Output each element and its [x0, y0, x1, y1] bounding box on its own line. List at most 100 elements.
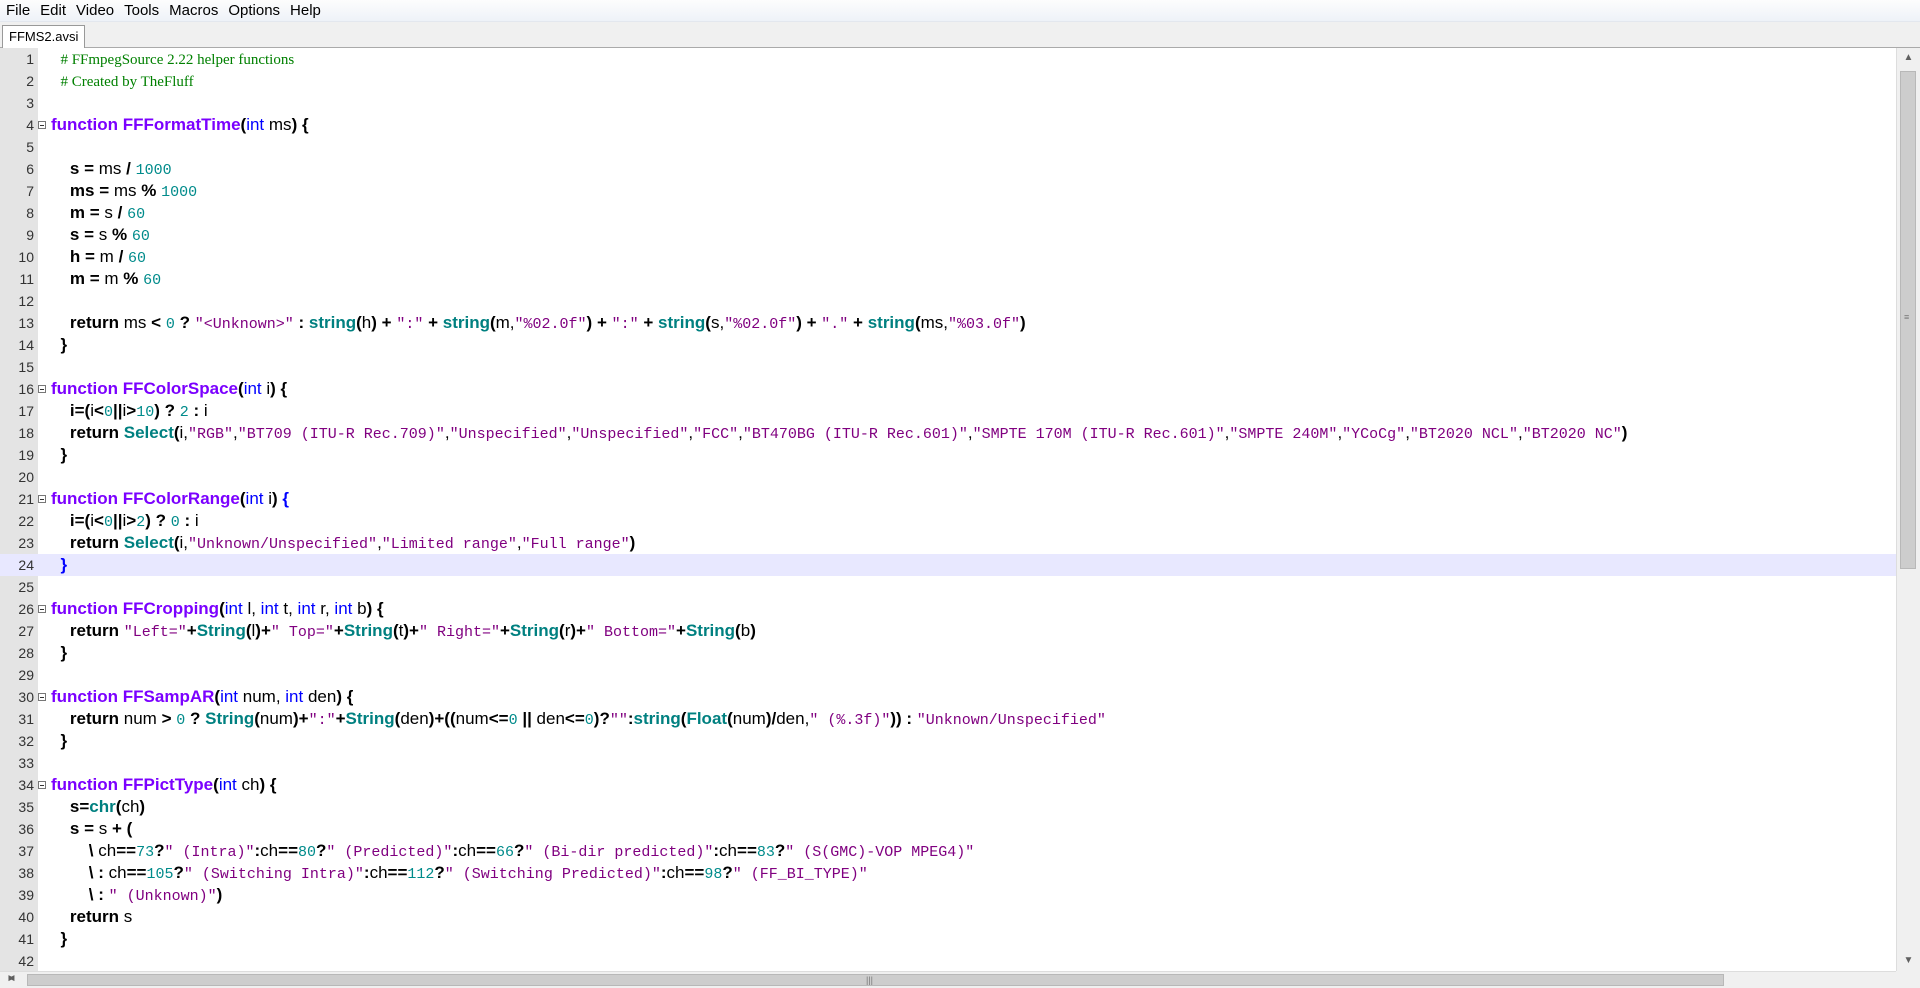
code-line[interactable]: 37 \ ch==73?" (Intra)":ch==80?" (Predict… — [0, 840, 1896, 862]
code-line[interactable]: 19 } — [0, 444, 1896, 466]
fold-collapse-icon[interactable] — [38, 693, 46, 701]
code-token: 2 — [179, 404, 189, 421]
code-token: == — [126, 863, 147, 882]
scroll-right-arrow-icon[interactable]: ► — [0, 970, 23, 987]
code-line[interactable]: 27 return "Left="+String(l)+" Top="+Stri… — [0, 620, 1896, 642]
code-line[interactable]: 24 } — [0, 554, 1896, 576]
fold-collapse-icon[interactable] — [38, 781, 46, 789]
code-token: Select — [123, 423, 174, 442]
code-token: m = — [69, 203, 100, 222]
code-token: m — [94, 247, 119, 266]
vertical-scrollbar[interactable]: ▲ ≡ ▼ — [1896, 48, 1920, 971]
code-line[interactable]: 20 — [0, 466, 1896, 488]
menu-options[interactable]: Options — [223, 0, 285, 22]
code-line[interactable]: 5 — [0, 136, 1896, 158]
code-token: String — [196, 621, 246, 640]
menu-help[interactable]: Help — [285, 0, 326, 22]
code-line[interactable]: 25 — [0, 576, 1896, 598]
code-token: ch — [666, 863, 685, 882]
code-token: den, — [776, 709, 810, 728]
code-line[interactable]: 12 — [0, 290, 1896, 312]
code-token: int — [297, 599, 316, 618]
code-line[interactable]: 4 function FFFormatTime(int ms) { — [0, 114, 1896, 136]
code-line[interactable]: 13 return ms < 0 ? "<Unknown>" : string(… — [0, 312, 1896, 334]
line-number: 5 — [26, 139, 34, 155]
menu-video[interactable]: Video — [71, 0, 119, 22]
code-token: String — [345, 709, 395, 728]
scroll-down-arrow-icon[interactable]: ▼ — [1897, 951, 1920, 971]
code-token: int — [220, 687, 239, 706]
scroll-up-arrow-icon[interactable]: ▲ — [1897, 48, 1920, 68]
menu-edit[interactable]: Edit — [35, 0, 71, 22]
code-line[interactable]: 8 m = s / 60 — [0, 202, 1896, 224]
code-token: "." — [821, 316, 849, 333]
line-number: 18 — [18, 425, 34, 441]
code-token: # FFmpegSource 2.22 helper functions — [60, 52, 295, 68]
fold-collapse-icon[interactable] — [38, 495, 46, 503]
fold-collapse-icon[interactable] — [38, 605, 46, 613]
code-token: ms = — [69, 181, 110, 200]
code-token: 10 — [136, 404, 155, 421]
code-token: String — [205, 709, 255, 728]
code-token: ? — [316, 841, 327, 860]
code-token: return — [69, 423, 120, 442]
code-line[interactable]: 14 } — [0, 334, 1896, 356]
code-line[interactable]: 10 h = m / 60 — [0, 246, 1896, 268]
code-token: "BT2020 NC" — [1522, 426, 1622, 443]
code-line[interactable]: 31 return num > 0 ? String(num)+":"+Stri… — [0, 708, 1896, 730]
code-line[interactable]: 15 — [0, 356, 1896, 378]
horizontal-scrollbar[interactable]: ◄ ||| ► — [0, 971, 1896, 988]
code-line[interactable]: 28 } — [0, 642, 1896, 664]
code-line[interactable]: 23 return Select(i,"Unknown/Unspecified"… — [0, 532, 1896, 554]
menu-file[interactable]: File — [1, 0, 35, 22]
code-line[interactable]: 29 — [0, 664, 1896, 686]
code-line[interactable]: 40 return s — [0, 906, 1896, 928]
menu-tools[interactable]: Tools — [119, 0, 164, 22]
code-text: \ : ch==105?" (Switching Intra)":ch==112… — [51, 862, 868, 884]
code-line[interactable]: 30 function FFSampAR(int num, int den) { — [0, 686, 1896, 708]
code-line[interactable]: 2 # Created by TheFluff — [0, 70, 1896, 92]
code-line[interactable]: 9 s = s % 60 — [0, 224, 1896, 246]
vertical-scroll-thumb[interactable]: ≡ — [1900, 71, 1916, 569]
code-editor[interactable]: 1 # FFmpegSource 2.22 helper functions 2 … — [0, 48, 1896, 971]
code-token: ch — [719, 841, 738, 860]
code-line[interactable]: 22 i=(i<0||i>2) ? 0 : i — [0, 510, 1896, 532]
code-line[interactable]: 17 i=(i<0||i>10) ? 2 : i — [0, 400, 1896, 422]
code-token: ? — [434, 863, 445, 882]
code-text: return s — [51, 906, 132, 928]
code-token: + — [335, 709, 346, 728]
code-line[interactable]: 3 — [0, 92, 1896, 114]
code-line[interactable]: 21 function FFColorRange(int i) { — [0, 488, 1896, 510]
fold-collapse-icon[interactable] — [38, 121, 46, 129]
code-line[interactable]: 41 } — [0, 928, 1896, 950]
code-line[interactable]: 1 # FFmpegSource 2.22 helper functions — [0, 48, 1896, 70]
code-line[interactable]: 26 function FFCropping(int l, int t, int … — [0, 598, 1896, 620]
code-token: den — [531, 709, 565, 728]
horizontal-scroll-thumb[interactable]: ||| — [27, 974, 1724, 986]
code-line[interactable]: 33 — [0, 752, 1896, 774]
fold-collapse-icon[interactable] — [38, 385, 46, 393]
code-line[interactable]: 42 — [0, 950, 1896, 971]
code-token: function — [51, 379, 123, 398]
tab-ffms2-avsi[interactable]: FFMS2.avsi — [2, 25, 86, 48]
code-line[interactable]: 35 s=chr(ch) — [0, 796, 1896, 818]
code-line[interactable]: 11 m = m % 60 — [0, 268, 1896, 290]
code-token: ? — [722, 863, 733, 882]
code-token: int — [243, 379, 262, 398]
code-line[interactable]: 36 s = s + ( — [0, 818, 1896, 840]
menu-macros[interactable]: Macros — [164, 0, 223, 22]
code-token: == — [684, 863, 705, 882]
code-text: m = m % 60 — [51, 268, 161, 290]
code-line[interactable]: 7 ms = ms % 1000 — [0, 180, 1896, 202]
code-line[interactable]: 32 } — [0, 730, 1896, 752]
code-line[interactable]: 6 s = ms / 1000 — [0, 158, 1896, 180]
code-line[interactable]: 18 return Select(i,"RGB","BT709 (ITU-R R… — [0, 422, 1896, 444]
code-token: function — [51, 489, 123, 508]
code-line[interactable]: 38 \ : ch==105?" (Switching Intra)":ch==… — [0, 862, 1896, 884]
code-line[interactable]: 39 \ : " (Unknown)") — [0, 884, 1896, 906]
code-line[interactable]: 34 function FFPictType(int ch) { — [0, 774, 1896, 796]
code-line[interactable]: 16 function FFColorSpace(int i) { — [0, 378, 1896, 400]
